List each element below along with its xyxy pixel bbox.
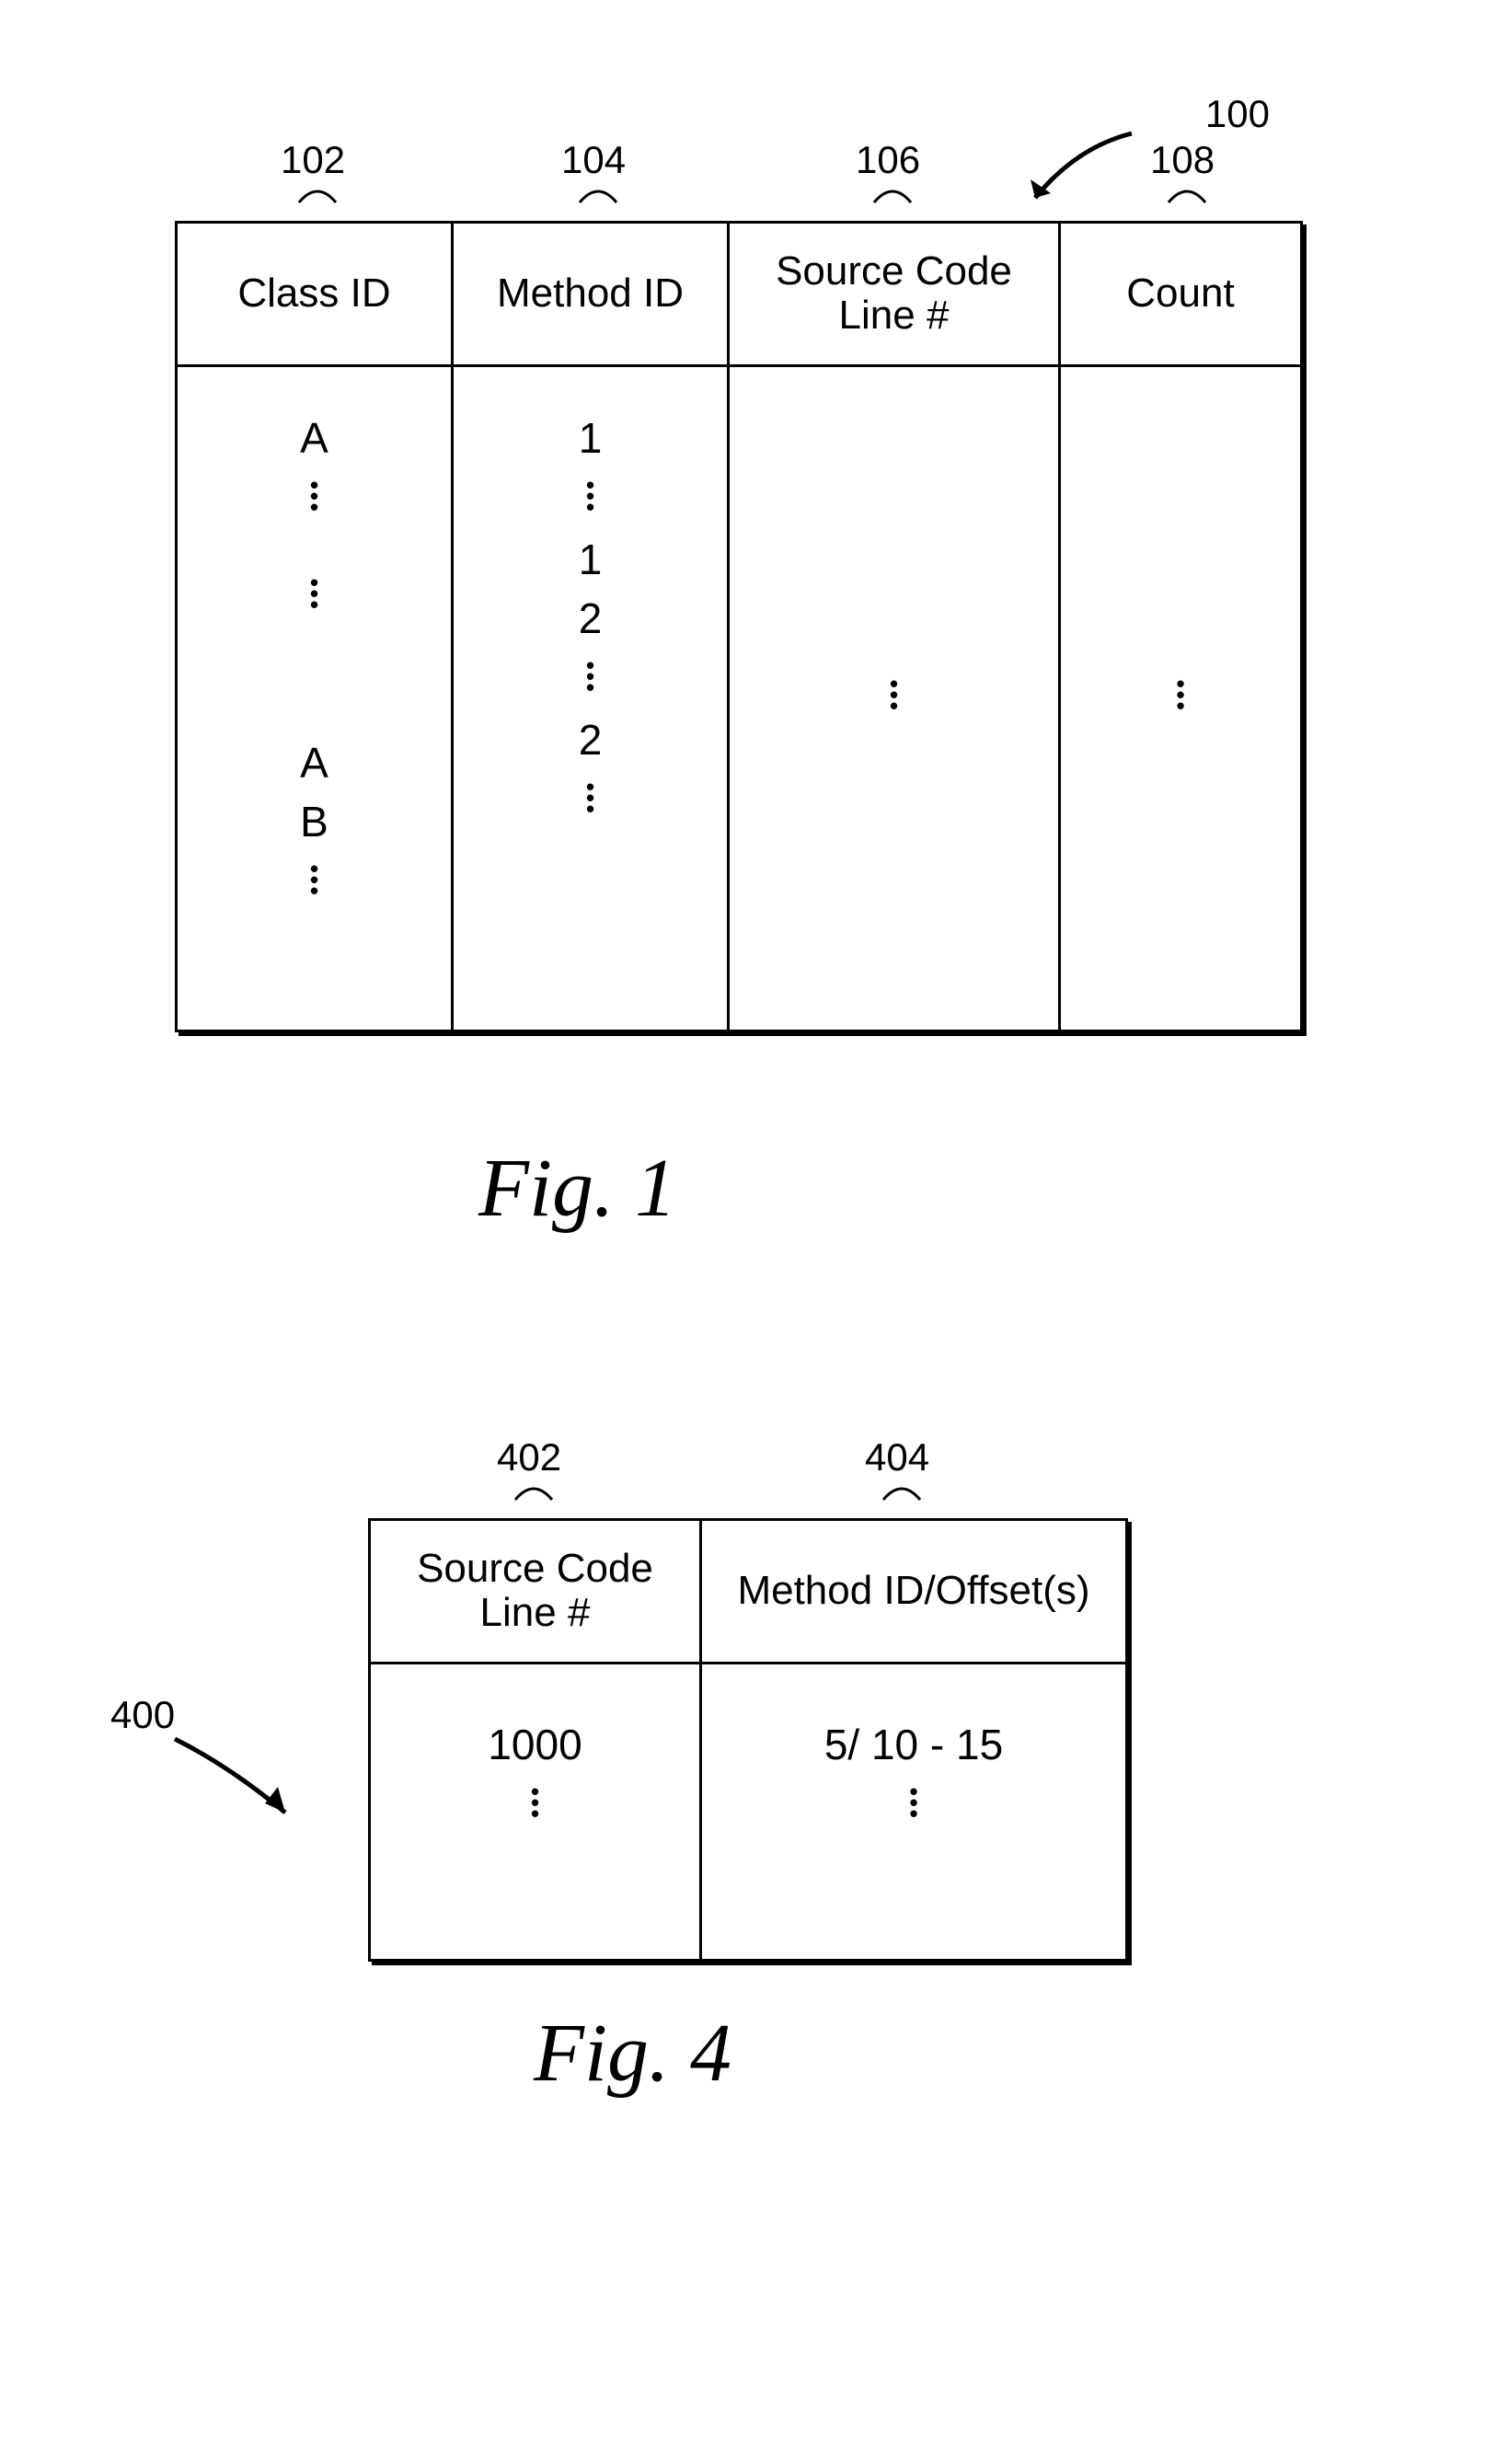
page: 100 102 104 106 108 Class ID Method ID S… [0,0,1497,2464]
vdots-icon [454,660,727,693]
vdots-icon [454,479,727,512]
figure-1: 100 102 104 106 108 Class ID Method ID S… [175,138,1325,1032]
vdots-icon [730,678,1058,711]
column-ref-labels: 402 404 [368,1435,1196,1509]
table-100: Class ID Method ID Source Code Line # Co… [175,221,1303,1032]
ref-label-402: 402 [497,1435,561,1480]
header-source-line: Source Code Line # [371,1521,702,1662]
header-class-id: Class ID [178,224,454,364]
table-body: 1000 5/ 10 - 15 [371,1664,1125,1959]
ref-label-102: 102 [281,138,345,182]
ref-label-108: 108 [1150,138,1215,182]
col-source-line [730,367,1061,1030]
col-class-id: A A B [178,367,454,1030]
vdots-icon [178,863,451,896]
ref-label-100: 100 [1205,92,1270,136]
table-header-row: Class ID Method ID Source Code Line # Co… [178,224,1300,367]
col-method-id: 1 1 2 2 [454,367,730,1030]
header-count: Count [1061,224,1300,364]
vdots-icon [454,781,727,814]
vdots-icon [1061,678,1300,711]
ref-label-104: 104 [561,138,626,182]
col-method-offset: 5/ 10 - 15 [702,1664,1125,1959]
header-method-offset: Method ID/Offset(s) [702,1521,1125,1662]
vdots-icon [178,577,451,610]
column-ref-labels: 102 104 106 108 [175,138,1325,212]
header-source-line: Source Code Line # [730,224,1061,364]
figure-1-caption: Fig. 1 [478,1141,676,1236]
figure-4: 400 402 404 Source Code Line # Method ID… [368,1435,1196,1962]
header-method-id: Method ID [454,224,730,364]
ref-label-404: 404 [865,1435,929,1480]
vdots-icon [371,1786,699,1819]
ref-label-106: 106 [856,138,920,182]
table-body: A A B 1 1 2 2 [178,367,1300,1030]
vdots-icon [178,479,451,512]
col-source-line: 1000 [371,1664,702,1959]
vdots-icon [702,1786,1125,1819]
figure-4-caption: Fig. 4 [534,2006,731,2101]
col-count [1061,367,1300,1030]
table-400: Source Code Line # Method ID/Offset(s) 1… [368,1518,1128,1962]
table-header-row: Source Code Line # Method ID/Offset(s) [371,1521,1125,1664]
